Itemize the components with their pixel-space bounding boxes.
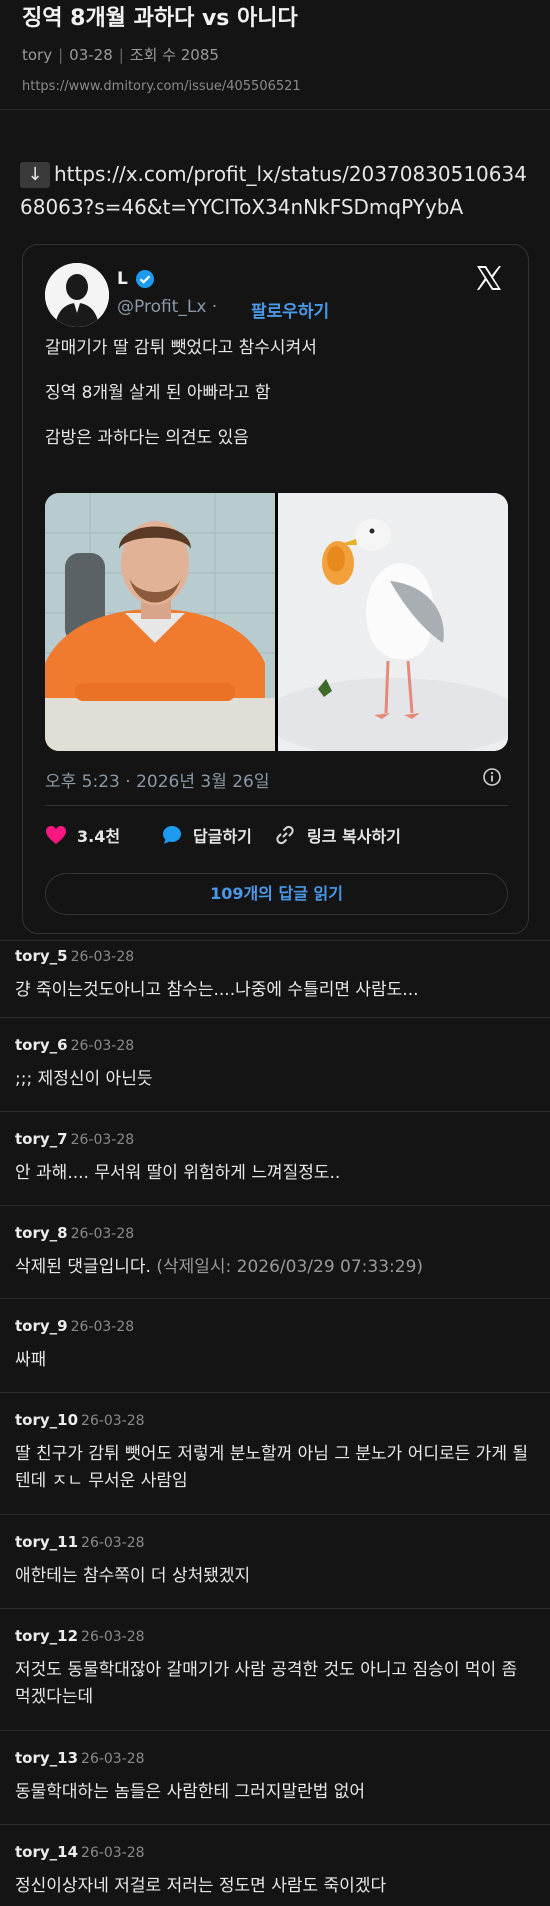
comment-date: 26-03-28 <box>70 1319 135 1335</box>
seagull-photo[interactable] <box>263 493 508 751</box>
comment-item: tory_9 26-03-28 싸패 <box>0 1298 550 1392</box>
comment-item: tory_13 26-03-28 동물학대하는 놈들은 사람한테 그러지말란법 없… <box>0 1730 550 1824</box>
comment-date: 26-03-28 <box>70 949 135 965</box>
reply-label: 답글하기 <box>193 827 252 846</box>
author-name[interactable]: L <box>117 269 128 289</box>
comment-author[interactable]: tory_13 <box>15 1749 78 1767</box>
comment-author[interactable]: tory_14 <box>15 1843 78 1861</box>
comment-item: tory_5 26-03-28 걍 죽이는것도아니고 참수는....나중에 수틀리… <box>0 940 550 1017</box>
verified-badge-icon <box>136 270 154 288</box>
post-body: ↓ https://x.com/profit_lx/status/20370830… <box>0 110 550 940</box>
meta-separator: | <box>58 46 64 64</box>
heart-icon <box>46 826 66 844</box>
comment-date: 26-03-28 <box>70 1132 135 1148</box>
info-icon[interactable] <box>482 767 502 787</box>
comment-date: 26-03-28 <box>81 1845 145 1861</box>
comment-author[interactable]: tory_8 <box>15 1224 68 1242</box>
comment-date: 26-03-28 <box>81 1535 145 1551</box>
post-url[interactable]: https://www.dmitory.com/issue/405506521 <box>22 79 528 94</box>
x-logo-icon[interactable] <box>474 263 504 293</box>
comment-item: tory_12 26-03-28 저것도 동물학대잖아 갈매기가 사람 공격한 것… <box>0 1608 550 1730</box>
comment-text: 애한테는 참수쪽이 더 상처됐겠지 <box>15 1566 251 1586</box>
like-button[interactable]: 3.4천 <box>45 823 120 847</box>
comment-text: 정신이상자네 저걸로 저러는 정도면 사람도 죽이겠다 <box>15 1876 387 1896</box>
comment-text: 딸 친구가 감튀 뺏어도 저렇게 분노할꺼 아님 그 분노가 어디로든 가게 될… <box>15 1444 529 1491</box>
comment-item: tory_7 26-03-28 안 과해.... 무서워 딸이 위험하게 느껴질정… <box>0 1111 550 1205</box>
tweet-timestamp[interactable]: 오후 5:23 · 2026년 3월 26일 <box>45 767 270 792</box>
post-author[interactable]: tory <box>22 46 52 64</box>
comment-text: 저것도 동물학대잖아 갈매기가 사람 공격한 것도 아니고 짐승이 먹이 좀 먹… <box>15 1660 518 1707</box>
comment-item: tory_8 26-03-28 삭제된 댓글입니다. (삭제일시: 2026/03… <box>0 1205 550 1298</box>
post-title: 징역 8개월 과하다 vs 아니다 <box>22 6 298 31</box>
deleted-comment-label: 삭제된 댓글입니다. <box>15 1257 151 1277</box>
comment-author[interactable]: tory_6 <box>15 1036 68 1054</box>
avatar-silhouette-icon <box>45 263 109 327</box>
post-meta: tory | 03-28 | 조회 수 2085 <box>22 44 528 65</box>
tweet-text-line: 징역 8개월 살게 된 아빠라고 함 <box>45 383 271 403</box>
comment-date: 26-03-28 <box>81 1413 145 1429</box>
comment-author[interactable]: tory_7 <box>15 1130 68 1148</box>
comment-author[interactable]: tory_10 <box>15 1411 78 1429</box>
comment-date: 26-03-28 <box>81 1751 145 1767</box>
deleted-timestamp: (삭제일시: 2026/03/29 07:33:29) <box>150 1257 424 1277</box>
follow-button[interactable]: 팔로우하기 <box>251 297 329 322</box>
read-replies-button[interactable]: 109개의 답글 읽기 <box>45 873 508 915</box>
post-date: 03-28 <box>69 46 113 64</box>
tweet-text-line: 갈매기가 딸 감튀 뺏었다고 참수시켜서 <box>45 338 317 358</box>
post-header: 징역 8개월 과하다 vs 아니다 tory | 03-28 | 조회 수 2085 h… <box>0 0 550 110</box>
comment-author[interactable]: tory_12 <box>15 1627 78 1645</box>
mugshot-photo[interactable] <box>45 493 275 751</box>
avatar[interactable] <box>45 263 109 327</box>
seagull-image <box>263 493 508 751</box>
comment-item: tory_10 26-03-28 딸 친구가 감튀 뺏어도 저렇게 분노할꺼 아님… <box>0 1392 550 1514</box>
comment-text: 동물학대하는 놈들은 사람한테 그러지말란법 없어 <box>15 1782 366 1802</box>
author-handle[interactable]: @Profit_Lx · <box>117 297 217 317</box>
comment-item: tory_6 26-03-28 ;;; 제정신이 아닌듯 <box>0 1017 550 1111</box>
comment-author[interactable]: tory_9 <box>15 1317 68 1335</box>
comment-author[interactable]: tory_5 <box>15 947 68 965</box>
tweet-link[interactable]: ↓ https://x.com/profit_lx/status/20370830… <box>20 158 530 224</box>
comment-list: tory_5 26-03-28 걍 죽이는것도아니고 참수는....나중에 수틀리… <box>0 940 550 1906</box>
tweet-text-line: 감방은 과하다는 의견도 있음 <box>45 428 249 448</box>
comment-text: 삭제된 댓글입니다. (삭제일시: 2026/03/29 07:33:29) <box>15 1254 535 1281</box>
comment-item: tory_14 26-03-28 정신이상자네 저걸로 저러는 정도면 사람도 죽… <box>0 1824 550 1906</box>
comment-text: 안 과해.... 무서워 딸이 위험하게 느껴질정도.. <box>15 1163 341 1183</box>
comment-text: 걍 죽이는것도아니고 참수는....나중에 수틀리면 사람도... <box>15 980 419 1000</box>
comment-date: 26-03-28 <box>70 1038 135 1054</box>
comment-item: tory_11 26-03-28 애한테는 참수쪽이 더 상처됐겠지 <box>0 1514 550 1608</box>
comment-date: 26-03-28 <box>70 1226 135 1242</box>
like-count: 3.4천 <box>77 827 121 846</box>
link-icon <box>276 825 294 845</box>
comment-date: 26-03-28 <box>81 1629 145 1645</box>
tweet-link-text[interactable]: https://x.com/profit_lx/status/203708305… <box>20 162 527 219</box>
copy-link-button[interactable]: 링크 복사하기 <box>273 823 401 847</box>
post-views: 조회 수 2085 <box>129 46 219 64</box>
reply-button[interactable]: 답글하기 <box>161 823 252 847</box>
down-arrow-icon: ↓ <box>20 162 50 188</box>
comment-text: ;;; 제정신이 아닌듯 <box>15 1069 153 1089</box>
tweet-divider <box>45 805 508 806</box>
tweet-card[interactable]: L @Profit_Lx · 팔로우하기 갈매기가 딸 감튀 뺏었다고 참수시켜… <box>22 244 529 934</box>
copy-link-label: 링크 복사하기 <box>307 827 401 846</box>
comment-author[interactable]: tory_11 <box>15 1533 78 1551</box>
reply-bubble-icon <box>163 826 181 844</box>
tweet-media[interactable] <box>45 493 508 751</box>
mugshot-image <box>45 493 275 751</box>
comment-text: 싸패 <box>15 1350 47 1370</box>
meta-separator: | <box>118 46 124 64</box>
